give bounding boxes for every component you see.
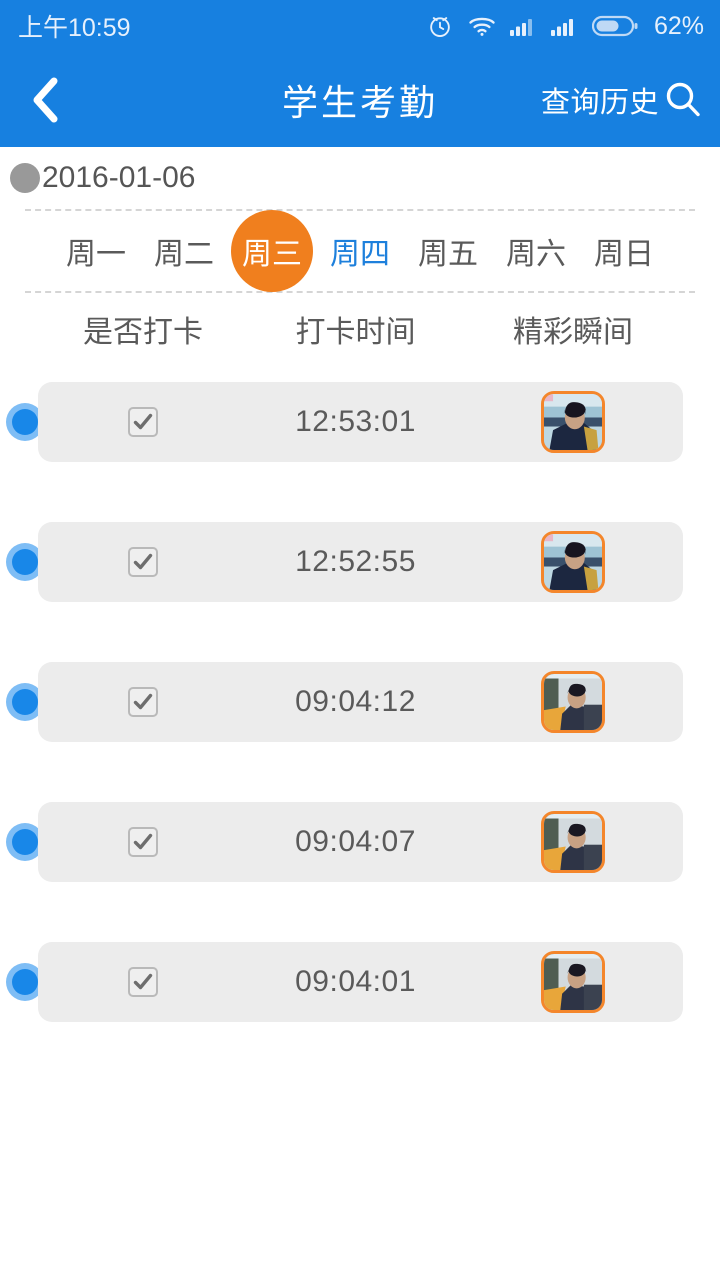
moment-thumbnail[interactable] — [541, 671, 605, 733]
table-row[interactable]: 12:52:55 — [0, 522, 720, 602]
cell-moment — [463, 942, 683, 1022]
checked-in-checkbox[interactable] — [128, 547, 158, 577]
check-icon — [133, 833, 153, 850]
attendance-row-card[interactable]: 09:04:12 — [38, 662, 683, 742]
app-bar: 学生考勤 查询历史 — [0, 52, 720, 147]
cell-time: 09:04:07 — [248, 802, 463, 882]
moment-thumbnail[interactable] — [541, 531, 605, 593]
checked-in-checkbox[interactable] — [128, 967, 158, 997]
attendance-row-card[interactable]: 09:04:01 — [38, 942, 683, 1022]
cell-time: 09:04:01 — [248, 942, 463, 1022]
week-tab-5[interactable]: 周五 — [407, 210, 489, 292]
attendance-row-card[interactable]: 12:53:01 — [38, 382, 683, 462]
week-tab-2[interactable]: 周二 — [143, 210, 225, 292]
chevron-left-icon — [28, 75, 62, 125]
week-tab-label: 周一 — [66, 238, 126, 271]
checked-in-checkbox[interactable] — [128, 687, 158, 717]
attendance-row-card[interactable]: 09:04:07 — [38, 802, 683, 882]
attendance-list: 12:53:01 12:52:55 09:04:12 09:04:07 09:04:01 — [0, 382, 720, 1022]
cell-checked — [38, 382, 248, 462]
week-tab-label: 周三 — [242, 238, 302, 271]
battery-icon — [591, 14, 638, 38]
check-icon — [133, 693, 153, 710]
wifi-icon — [467, 14, 497, 38]
week-tab-bar: 周一 周二 周三 周四 周五 周六 周日 — [25, 209, 695, 293]
week-tab-label: 周五 — [418, 238, 478, 271]
check-icon — [133, 413, 153, 430]
column-header-checked: 是否打卡 — [83, 316, 203, 349]
week-tab-7[interactable]: 周日 — [583, 210, 665, 292]
signal-bars-icon-2 — [550, 14, 579, 38]
week-tab-label: 周四 — [330, 238, 390, 271]
checkin-time-label: 12:52:55 — [295, 545, 416, 578]
date-bar[interactable]: 2016-01-06 — [0, 147, 720, 209]
cell-checked — [38, 522, 248, 602]
week-tab-label: 周日 — [594, 238, 654, 271]
checkin-time-label: 09:04:01 — [295, 965, 416, 998]
checkin-time-label: 09:04:12 — [295, 685, 416, 718]
week-tab-4[interactable]: 周四 — [319, 210, 401, 292]
selected-date-label: 2016-01-06 — [42, 161, 196, 194]
query-history-label: 查询历史 — [540, 86, 659, 119]
alarm-clock-icon — [426, 12, 454, 40]
cell-checked — [38, 942, 248, 1022]
table-row[interactable]: 12:53:01 — [0, 382, 720, 462]
table-row[interactable]: 09:04:01 — [0, 942, 720, 1022]
cell-moment — [463, 662, 683, 742]
cell-moment — [463, 382, 683, 462]
signal-bars-icon-1 — [509, 14, 538, 38]
circle-dot-icon — [10, 163, 40, 193]
check-icon — [133, 973, 153, 990]
cell-checked — [38, 802, 248, 882]
checked-in-checkbox[interactable] — [128, 407, 158, 437]
week-tab-label: 周二 — [154, 238, 214, 271]
column-header-time: 打卡时间 — [295, 316, 416, 349]
table-column-headers: 是否打卡 打卡时间 精彩瞬间 — [0, 293, 720, 365]
checkin-time-label: 12:53:01 — [295, 405, 416, 438]
moment-thumbnail[interactable] — [541, 951, 605, 1013]
cell-moment — [463, 522, 683, 602]
week-tab-3[interactable]: 周三 — [231, 210, 313, 292]
checked-in-checkbox[interactable] — [128, 827, 158, 857]
table-row[interactable]: 09:04:07 — [0, 802, 720, 882]
week-tab-1[interactable]: 周一 — [55, 210, 137, 292]
week-tab-6[interactable]: 周六 — [495, 210, 577, 292]
week-tab-label: 周六 — [506, 238, 566, 271]
cell-moment — [463, 802, 683, 882]
search-icon — [662, 79, 704, 121]
back-button[interactable] — [0, 52, 90, 147]
cell-time: 12:52:55 — [248, 522, 463, 602]
attendance-row-card[interactable]: 12:52:55 — [38, 522, 683, 602]
column-header-moment: 精彩瞬间 — [513, 316, 633, 349]
status-bar: 上午10:59 62% — [0, 0, 720, 52]
checkin-time-label: 09:04:07 — [295, 825, 416, 858]
moment-thumbnail[interactable] — [541, 811, 605, 873]
cell-time: 09:04:12 — [248, 662, 463, 742]
table-row[interactable]: 09:04:12 — [0, 662, 720, 742]
check-icon — [133, 553, 153, 570]
moment-thumbnail[interactable] — [541, 391, 605, 453]
battery-percent-label: 62% — [653, 11, 704, 40]
cell-time: 12:53:01 — [248, 382, 463, 462]
query-history-button[interactable]: 查询历史 — [541, 79, 704, 121]
cell-checked — [38, 662, 248, 742]
status-bar-time: 上午10:59 — [18, 14, 131, 42]
status-bar-icons: 62% — [426, 12, 704, 41]
